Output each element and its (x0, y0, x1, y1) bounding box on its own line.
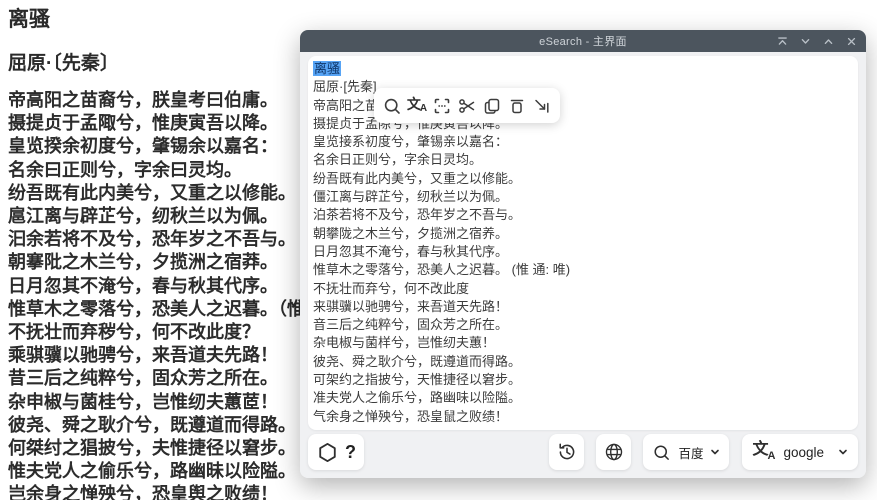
search-icon (652, 443, 671, 462)
poem-line: 帝高阳之苗裔兮，朕皇考曰伯庸。 (8, 89, 305, 112)
editor-line: 僵江离与辟芷兮，纫秋兰以为佩。 (313, 188, 853, 206)
delete-icon[interactable] (506, 94, 528, 118)
editor-line: 泊茶若将不及兮，恐年岁之不吾与。 (313, 206, 853, 224)
window-body: 离骚 屈原·[先秦] 帝高阳之苗裔兮，朕皇考日伯庸。 摄提贞于孟隙兮，惟庚寅吾以… (300, 52, 866, 478)
send-to-corner-icon[interactable] (531, 94, 553, 118)
poem-line: 惟草木之零落兮，恐美人之迟暮。（惟 (8, 298, 305, 321)
translate-engine-selector[interactable]: 文A google (742, 434, 858, 470)
editor-line: 朝攀陇之木兰兮，夕揽洲之宿养。 (313, 225, 853, 243)
translate-icon[interactable]: 文A (406, 94, 428, 118)
poem-line: 扈江离与辟芷兮，纫秋兰以为佩。 (8, 205, 305, 228)
window-controls (777, 30, 857, 52)
selected-text: 离骚 (313, 61, 341, 76)
web-button[interactable] (596, 434, 631, 470)
search-icon[interactable] (381, 94, 403, 118)
background-doc-poem: 帝高阳之苗裔兮，朕皇考曰伯庸。 摄提贞于孟陬兮，惟庚寅吾以降。 皇览揆余初度兮，… (8, 89, 305, 500)
copy-icon[interactable] (481, 94, 503, 118)
background-doc-title: 离骚 (8, 3, 50, 33)
poem-line: 日月忽其不淹兮，春与秋其代序。 (8, 275, 305, 298)
poem-line: 汩余若将不及兮，恐年岁之不吾与。 (8, 228, 305, 251)
poem-line: 何桀纣之猖披兮，夫惟捷径以窘步。 (8, 437, 305, 460)
globe-icon (603, 441, 625, 463)
maximize-icon[interactable] (823, 36, 834, 47)
esearch-window: eSearch - 主界面 离骚 屈原·[先秦] 帝高阳之苗裔兮，朕皇考日伯庸。… (300, 30, 866, 478)
poem-line: 不抚壮而弃秽兮，何不改此度？ (8, 321, 305, 344)
bottom-bar: ? 百度 文A google (308, 434, 858, 470)
history-button[interactable] (549, 434, 584, 470)
desktop: 离骚 屈原·〔先秦〕 帝高阳之苗裔兮，朕皇考曰伯庸。 摄提贞于孟陬兮，惟庚寅吾以… (0, 0, 877, 500)
pin-on-top-icon[interactable] (777, 36, 788, 47)
poem-line: 摄提贞于孟陬兮，惟庚寅吾以降。 (8, 112, 305, 135)
poem-line: 朝搴阰之木兰兮，夕揽洲之宿莽。 (8, 251, 305, 274)
left-action-group: ? (308, 434, 364, 470)
poem-line: 彼尧、舜之耿介兮，既遵道而得路。 (8, 414, 305, 437)
ocr-scan-icon[interactable] (431, 94, 453, 118)
translate-engine-value: google (783, 445, 824, 460)
hexagon-icon[interactable] (316, 441, 339, 464)
selection-toolbar: 文A (374, 88, 560, 123)
editor-line: 来骐骥以驰骋兮，来吾道天先路！ (313, 298, 853, 316)
help-icon[interactable]: ? (345, 442, 356, 463)
search-engine-value: 百度 (678, 443, 703, 462)
editor-line: 音三后之纯粹兮，固众芳之所在。 (313, 316, 853, 334)
editor-line: 日月忽其不淹兮，春与秋其代序。 (313, 243, 853, 261)
chevron-down-icon (838, 447, 848, 457)
poem-line: 皇览揆余初度兮，肇锡余以嘉名： (8, 135, 305, 158)
editor-line: 惟草木之零落兮，恐美人之迟暮。 (惟 通: 唯) (313, 261, 853, 279)
editor-line: 杂电椒与菌样兮，岂惟纫夫蕙！ (313, 334, 853, 352)
poem-line: 杂申椒与菌桂兮，岂惟纫夫蕙茝！ (8, 391, 305, 414)
cut-icon[interactable] (456, 94, 478, 118)
chevron-down-icon (710, 447, 720, 457)
poem-line: 岂余身之惮殃兮，恐皇舆之败绩！ (8, 483, 305, 500)
editor-line: 不抚壮而弃兮，何不改此度 (313, 280, 853, 298)
editor-line: 可架约之指披兮，天惟捷径以窘步。 (313, 371, 853, 389)
poem-line: 名余曰正则兮，字余曰灵均。 (8, 159, 305, 182)
history-icon (556, 441, 578, 463)
search-engine-selector[interactable]: 百度 (643, 434, 729, 470)
editor-line: 准夫党人之偷乐兮，路幽味以险隘。 (313, 389, 853, 407)
poem-line: 乘骐骥以驰骋兮，来吾道夫先路！ (8, 344, 305, 367)
poem-line: 惟夫党人之偷乐兮，路幽昧以险隘。 (8, 460, 305, 483)
poem-line: 纷吾既有此内美兮，又重之以修能。 (8, 182, 305, 205)
translate-icon: 文A (752, 442, 775, 462)
editor-line: 纷吾既有此内美兮，又重之以修能。 (313, 170, 853, 188)
poem-line: 昔三后之纯粹兮，固众芳之所在。 (8, 367, 305, 390)
window-title: eSearch - 主界面 (539, 33, 627, 49)
editor-line: 气余身之惮殃兮，恐皇鼠之败绩！ (313, 408, 853, 426)
background-doc-author: 屈原·〔先秦〕 (8, 48, 119, 75)
editor-line: 皇览接系初度兮，肇锡亲以嘉名： (313, 133, 853, 151)
titlebar[interactable]: eSearch - 主界面 (300, 30, 866, 52)
editor-line: 彼尧、舜之耿介兮，既遵道而得路。 (313, 353, 853, 371)
minimize-icon[interactable] (800, 36, 811, 47)
close-icon[interactable] (846, 36, 857, 47)
editor-line: 名余日正则兮，字余日灵均。 (313, 151, 853, 169)
